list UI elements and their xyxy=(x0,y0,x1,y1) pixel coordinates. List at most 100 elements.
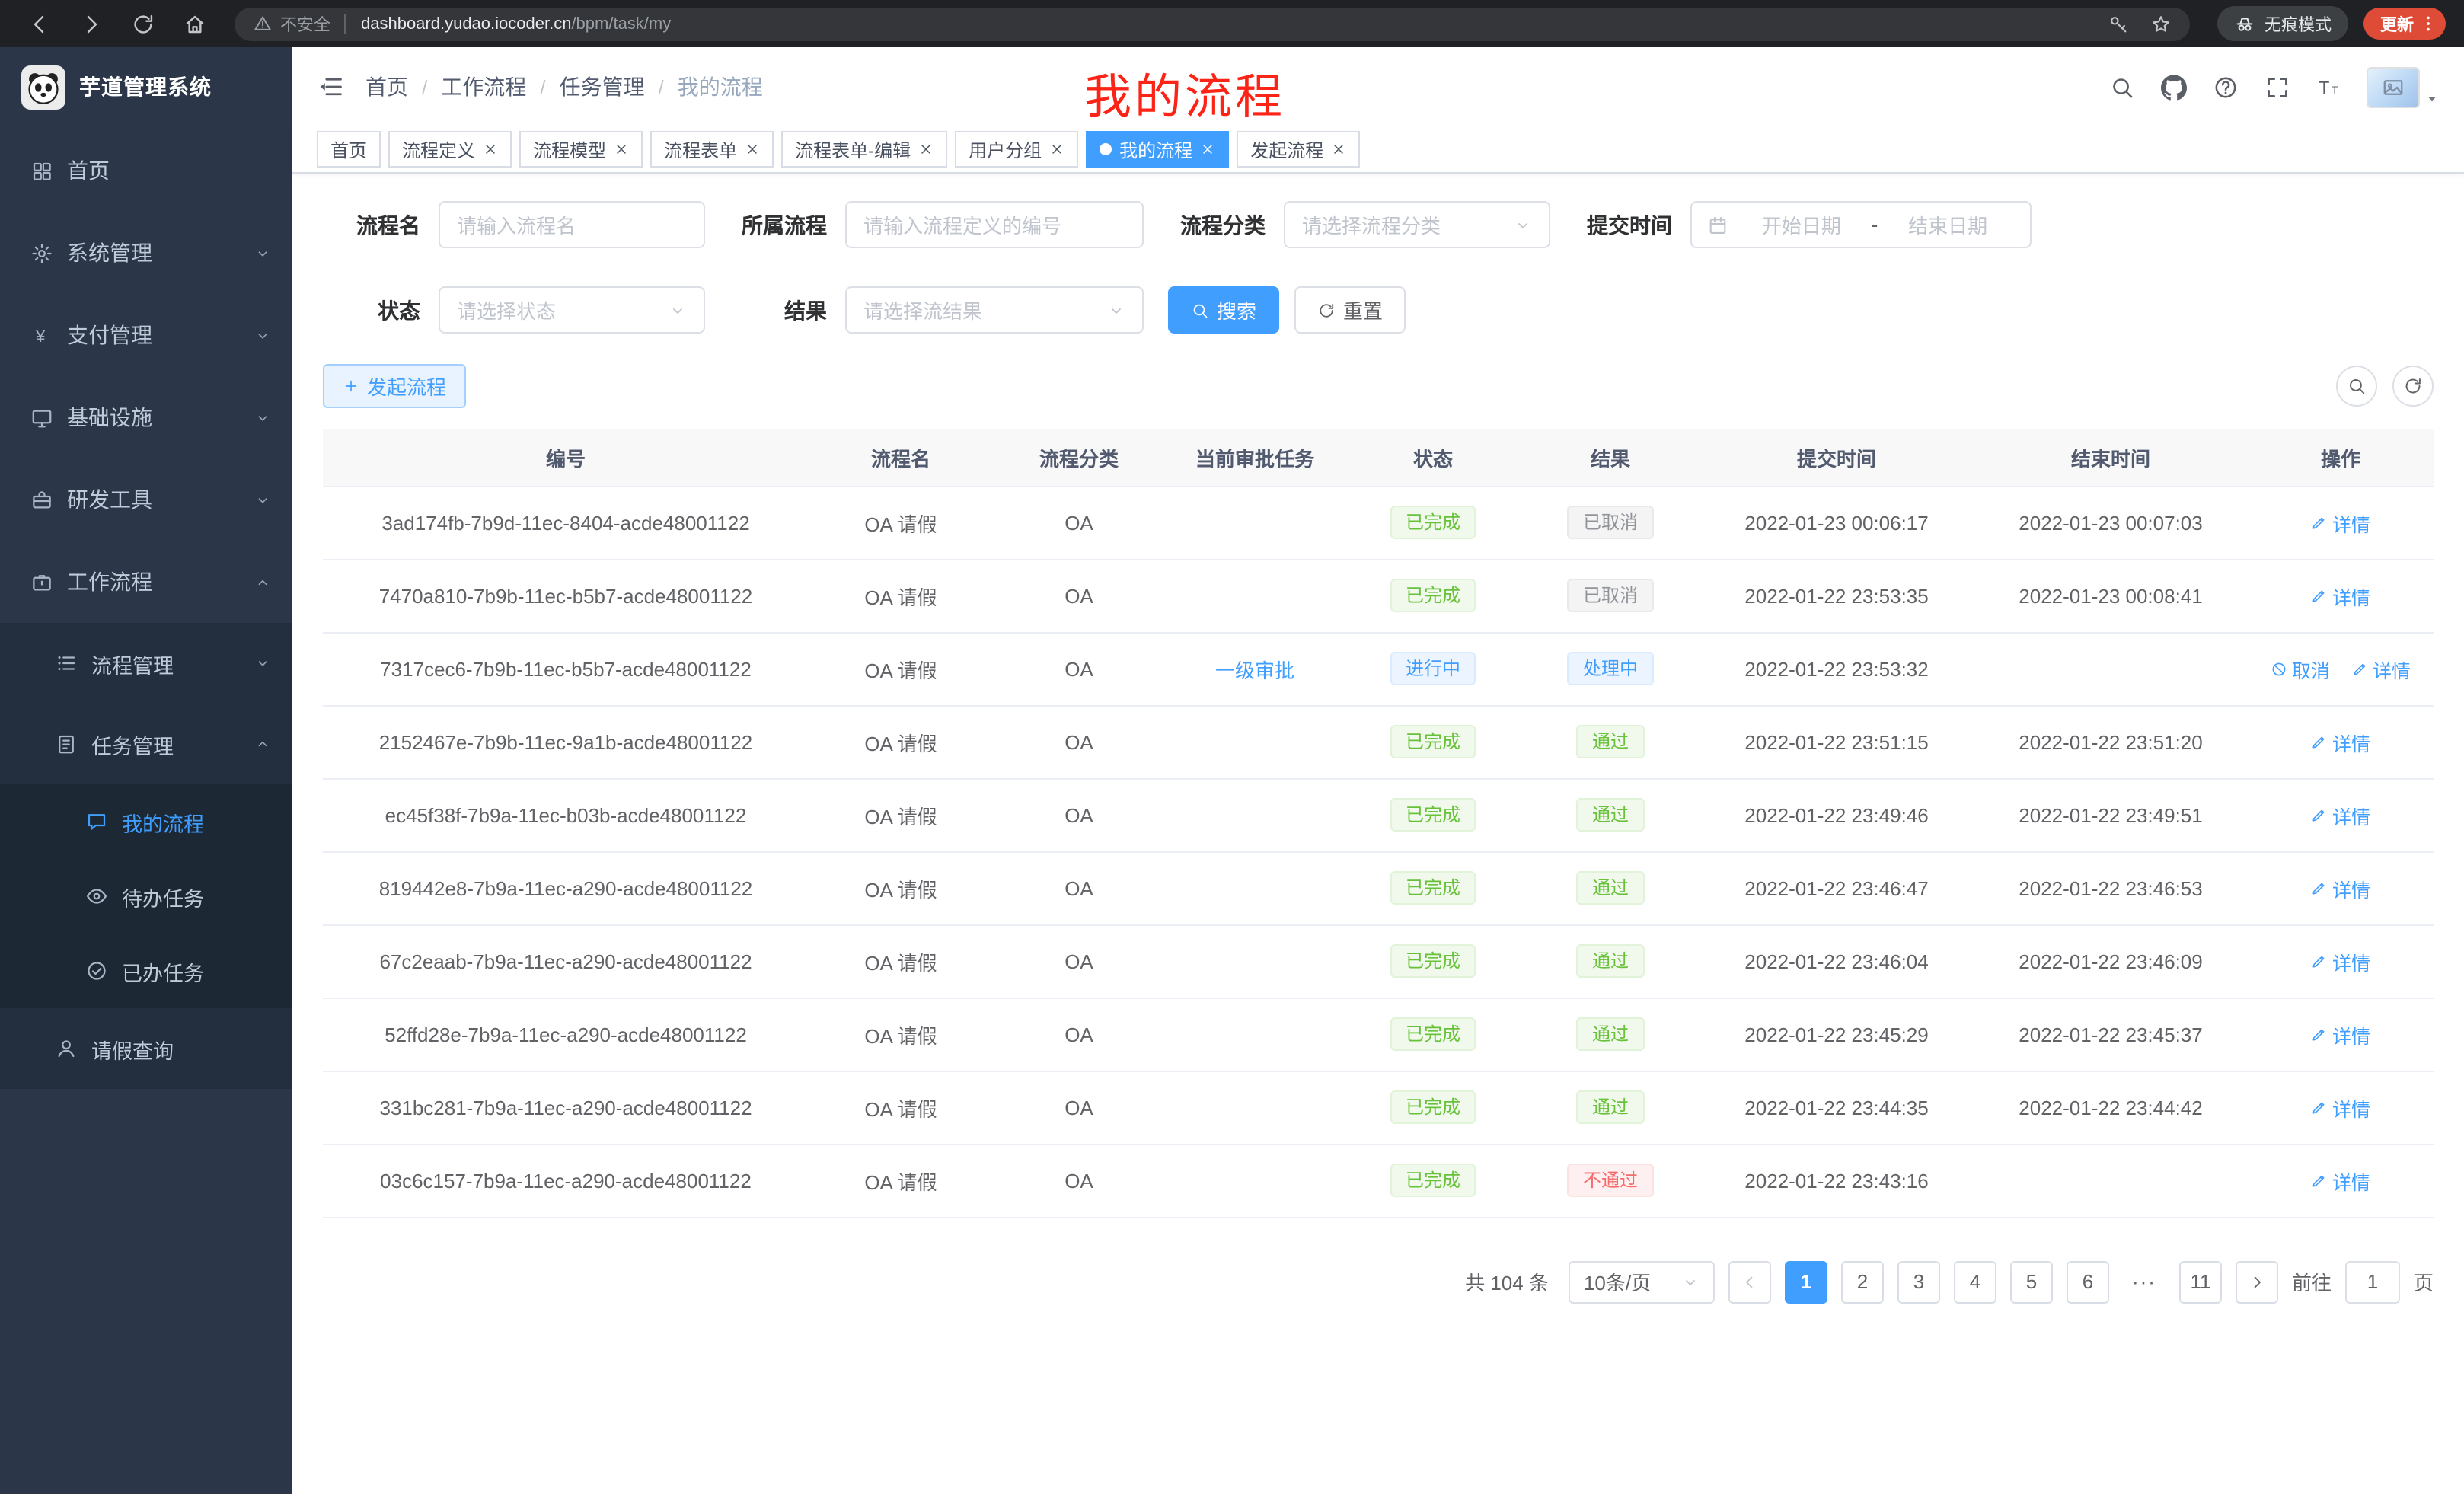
close-icon[interactable] xyxy=(745,142,760,157)
cell-current-task xyxy=(1165,778,1345,851)
detail-link[interactable]: 详情 xyxy=(2311,727,2370,756)
sidebar-item-leave-query[interactable]: 请假查询 xyxy=(0,1008,292,1089)
sidebar-item-done-tasks[interactable]: 已办任务 xyxy=(0,934,292,1008)
sidebar-item-label: 请假查询 xyxy=(91,1033,174,1064)
search-icon xyxy=(1191,301,1209,319)
breadcrumb-item[interactable]: 任务管理 xyxy=(560,72,645,102)
hamburger-icon[interactable] xyxy=(317,73,344,101)
detail-link[interactable]: 详情 xyxy=(2311,1093,2370,1122)
tab-user-group[interactable]: 用户分组 xyxy=(955,131,1078,168)
pager-ellipsis[interactable]: ··· xyxy=(2123,1260,2166,1303)
table-header-row: 编号流程名流程分类当前审批任务状态结果提交时间结束时间操作 xyxy=(323,429,2434,486)
cell-actions: 详情 xyxy=(2248,486,2434,559)
detail-link[interactable]: 详情 xyxy=(2311,1166,2370,1195)
refresh-table-button[interactable] xyxy=(2392,366,2434,407)
github-button[interactable] xyxy=(2161,74,2187,100)
tab-process-form-edit[interactable]: 流程表单-编辑 xyxy=(781,131,947,168)
breadcrumb-separator: / xyxy=(540,75,545,98)
tab-process-form[interactable]: 流程表单 xyxy=(650,131,774,168)
start-process-button[interactable]: 发起流程 xyxy=(323,364,466,408)
tab-start-process[interactable]: 发起流程 xyxy=(1237,131,1360,168)
cell-submit-time: 2022-01-22 23:46:04 xyxy=(1700,924,1974,998)
sidebar-item-infra[interactable]: 基础设施 xyxy=(0,376,292,458)
start-process-label: 发起流程 xyxy=(367,372,446,401)
goto-page-input[interactable]: 1 xyxy=(2345,1260,2400,1303)
detail-link[interactable]: 详情 xyxy=(2351,654,2411,683)
page-button-5[interactable]: 5 xyxy=(2010,1260,2053,1303)
page-button-1[interactable]: 1 xyxy=(1785,1260,1827,1303)
filter-input-process-definition[interactable]: 请输入流程定义的编号 xyxy=(845,201,1144,248)
filter-select-process-category[interactable]: 请选择流程分类 xyxy=(1284,201,1550,248)
detail-link[interactable]: 详情 xyxy=(2311,581,2370,610)
page-button-6[interactable]: 6 xyxy=(2067,1260,2109,1303)
back-icon[interactable] xyxy=(27,11,52,36)
sidebar-item-todo-tasks[interactable]: 待办任务 xyxy=(0,859,292,934)
browser-menu-icon[interactable] xyxy=(2418,14,2438,34)
page-size-select[interactable]: 10条/页 xyxy=(1569,1260,1715,1303)
chevron-down-icon xyxy=(254,244,271,261)
monitor-icon xyxy=(30,406,53,429)
home-browser-icon[interactable] xyxy=(183,11,207,36)
page-content: 流程名请输入流程名所属流程请输入流程定义的编号流程分类请选择流程分类提交时间开始… xyxy=(292,174,2464,1494)
detail-link[interactable]: 详情 xyxy=(2311,947,2370,975)
close-icon[interactable] xyxy=(1200,142,1215,157)
forward-icon[interactable] xyxy=(79,11,104,36)
page-button-11[interactable]: 11 xyxy=(2179,1260,2222,1303)
tab-my-process[interactable]: 我的流程 xyxy=(1086,131,1229,168)
page-button-3[interactable]: 3 xyxy=(1897,1260,1940,1303)
tools-icon xyxy=(30,488,53,511)
tab-home[interactable]: 首页 xyxy=(317,131,381,168)
close-icon[interactable] xyxy=(1049,142,1064,157)
next-page-button[interactable] xyxy=(2236,1260,2278,1303)
search-button[interactable] xyxy=(2109,74,2135,100)
page-button-4[interactable]: 4 xyxy=(1954,1260,1996,1303)
detail-link[interactable]: 详情 xyxy=(2311,508,2370,537)
prev-page-button[interactable] xyxy=(1728,1260,1771,1303)
bookmark-star-icon[interactable] xyxy=(2150,13,2172,34)
detail-link[interactable]: 详情 xyxy=(2311,873,2370,902)
sidebar-item-devtools[interactable]: 研发工具 xyxy=(0,458,292,541)
sidebar-item-workflow[interactable]: 工作流程 xyxy=(0,541,292,623)
result-tag: 通过 xyxy=(1577,725,1644,758)
font-size-button[interactable]: TT xyxy=(2316,74,2342,100)
close-icon[interactable] xyxy=(483,142,498,157)
refresh-icon[interactable] xyxy=(131,11,155,36)
reset-button[interactable]: 重置 xyxy=(1294,286,1406,334)
docs-button[interactable] xyxy=(2213,74,2239,100)
key-icon[interactable] xyxy=(2108,13,2129,34)
filter-daterange-submit-time[interactable]: 开始日期-结束日期 xyxy=(1690,201,2032,248)
cell-status: 已完成 xyxy=(1345,486,1521,559)
filter-input-process-name[interactable]: 请输入流程名 xyxy=(439,201,705,248)
tab-process-definition[interactable]: 流程定义 xyxy=(388,131,512,168)
sidebar-item-system[interactable]: 系统管理 xyxy=(0,212,292,294)
detail-link[interactable]: 详情 xyxy=(2311,1020,2370,1049)
breadcrumb-item[interactable]: 工作流程 xyxy=(441,72,526,102)
sidebar-item-process-management[interactable]: 流程管理 xyxy=(0,623,292,704)
close-icon[interactable] xyxy=(918,142,934,157)
cancel-link[interactable]: 取消 xyxy=(2271,654,2330,683)
close-icon[interactable] xyxy=(1331,142,1346,157)
breadcrumb-item[interactable]: 首页 xyxy=(365,72,408,102)
filter-select-result[interactable]: 请选择流结果 xyxy=(845,286,1144,334)
address-bar[interactable]: 不安全 dashboard.yudao.iocoder.cn /bpm/task… xyxy=(235,7,2190,40)
sidebar-item-label: 已办任务 xyxy=(122,956,204,986)
sidebar-item-task-management[interactable]: 任务管理 xyxy=(0,704,292,784)
update-button[interactable]: 更新 xyxy=(2363,8,2446,40)
sidebar-item-my-process[interactable]: 我的流程 xyxy=(0,784,292,859)
user-avatar[interactable] xyxy=(2367,66,2440,107)
toggle-search-button[interactable] xyxy=(2336,366,2377,407)
filter-select-status[interactable]: 请选择状态 xyxy=(439,286,705,334)
close-icon[interactable] xyxy=(614,142,629,157)
page-button-2[interactable]: 2 xyxy=(1841,1260,1884,1303)
search-button[interactable]: 搜索 xyxy=(1168,286,1279,334)
plus-icon xyxy=(343,378,359,394)
detail-link[interactable]: 详情 xyxy=(2311,800,2370,829)
sidebar-item-payment[interactable]: ¥支付管理 xyxy=(0,294,292,376)
cell-result: 通过 xyxy=(1521,851,1700,924)
current-task-link[interactable]: 一级审批 xyxy=(1215,659,1294,682)
fullscreen-button[interactable] xyxy=(2265,74,2290,100)
sidebar-item-home[interactable]: 首页 xyxy=(0,129,292,212)
tab-process-model[interactable]: 流程模型 xyxy=(519,131,643,168)
app-logo[interactable]: 芋道管理系统 xyxy=(0,47,292,126)
column-header: 结束时间 xyxy=(1974,429,2248,486)
